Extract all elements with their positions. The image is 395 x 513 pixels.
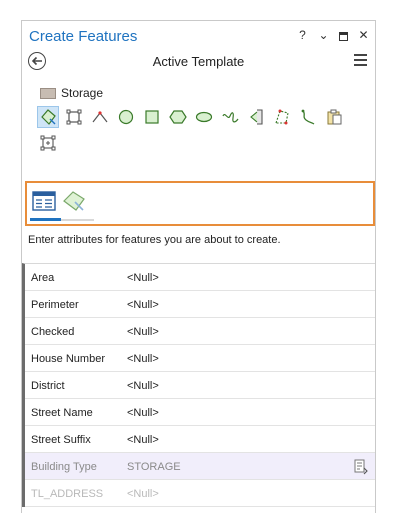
attribute-value[interactable]: <Null>	[127, 353, 159, 365]
attribute-row-street-suffix[interactable]: Street Suffix <Null>	[25, 426, 375, 453]
attribute-value[interactable]: <Null>	[127, 299, 159, 311]
attribute-value[interactable]: <Null>	[127, 434, 159, 446]
freehand-tool-icon	[222, 112, 239, 123]
clipboard-tool-icon	[327, 109, 342, 125]
autocomplete-polygon-icon	[250, 109, 263, 125]
attribute-row-tl-address[interactable]: TL_ADDRESS <Null>	[25, 480, 375, 507]
attribute-row-house-number[interactable]: House Number <Null>	[25, 345, 375, 372]
square-tool-button[interactable]	[141, 106, 163, 128]
attribute-row-street-name[interactable]: Street Name <Null>	[25, 399, 375, 426]
attributes-tab[interactable]	[30, 188, 58, 214]
square-tool-icon	[145, 110, 159, 124]
attribute-label: Street Name	[31, 407, 93, 419]
freehand-tool-button[interactable]	[219, 106, 241, 128]
attribute-label: TL_ADDRESS	[31, 488, 104, 500]
attribute-value[interactable]: <Null>	[127, 407, 159, 419]
clipboard-tool-button[interactable]	[323, 106, 345, 128]
options-dropdown-button[interactable]: ⌄	[318, 28, 329, 42]
menu-icon-bar	[354, 54, 367, 56]
hexagon-icon	[169, 110, 187, 124]
attribute-label: Checked	[31, 326, 75, 338]
attributes-description: Enter attributes for features you are ab…	[28, 234, 281, 246]
attribute-value[interactable]: <Null>	[127, 326, 159, 338]
attribute-row-area[interactable]: Area <Null>	[25, 264, 375, 291]
menu-icon-bar	[354, 64, 367, 66]
attribute-table-icon	[32, 191, 56, 211]
menu-button[interactable]	[354, 54, 367, 66]
rectangle-tool-button[interactable]	[63, 106, 85, 128]
template-item[interactable]: Storage	[40, 86, 103, 100]
maximize-button[interactable]	[339, 31, 348, 41]
attribute-row-perimeter[interactable]: Perimeter <Null>	[25, 291, 375, 318]
right-angle-line-tool-button[interactable]	[89, 106, 111, 128]
point-by-point-tool-button[interactable]	[37, 132, 59, 154]
attribute-value[interactable]: <Null>	[127, 272, 159, 284]
attribute-label: Building Type	[31, 461, 97, 473]
attribute-label: Street Suffix	[31, 434, 91, 446]
template-name: Storage	[61, 86, 104, 100]
autocomplete-polygon-tool-button[interactable]	[245, 106, 267, 128]
circle-tool-icon	[118, 109, 134, 125]
attribute-row-district[interactable]: District <Null>	[25, 372, 375, 399]
ellipse-tool-icon	[195, 111, 213, 123]
attribute-label: Perimeter	[31, 299, 79, 311]
trace-tool-button[interactable]	[271, 106, 293, 128]
template-polygon-icon	[63, 191, 85, 211]
create-features-pane: Create Features ? ⌄ ✕ Active Template St…	[21, 20, 376, 513]
attribute-row-checked[interactable]: Checked <Null>	[25, 318, 375, 345]
template-tab[interactable]	[60, 188, 88, 214]
template-swatch-icon	[40, 87, 56, 99]
attribute-value[interactable]: <Null>	[127, 380, 159, 392]
ellipse-tool-button[interactable]	[193, 106, 215, 128]
subtype-picker-icon[interactable]	[354, 459, 368, 475]
attribute-label: House Number	[31, 353, 105, 365]
close-button[interactable]: ✕	[358, 28, 369, 42]
streaming-tool-icon	[301, 109, 315, 125]
attributes-table: Area <Null> Perimeter <Null> Checked <Nu…	[22, 263, 375, 507]
attribute-value[interactable]: <Null>	[127, 488, 159, 500]
header-title: Active Template	[152, 54, 245, 69]
right-angle-line-icon	[92, 111, 108, 123]
polygon-tool-icon	[41, 109, 56, 125]
polygon-tool-button[interactable]	[37, 106, 59, 128]
menu-icon-bar	[354, 59, 367, 61]
point-by-point-tool-icon	[40, 135, 56, 151]
active-tab-indicator	[30, 218, 61, 221]
pane-titlebar: Create Features ? ⌄ ✕	[22, 21, 375, 51]
trace-tool-icon	[275, 109, 289, 125]
attribute-label: Area	[31, 272, 55, 284]
circle-tool-button[interactable]	[115, 106, 137, 128]
pane-title: Create Features	[29, 28, 138, 45]
help-button[interactable]: ?	[297, 28, 308, 42]
rectangle-tool-icon	[66, 109, 82, 125]
pane-header: Active Template	[22, 51, 375, 73]
regular-polygon-tool-button[interactable]	[167, 106, 189, 128]
attribute-label: District	[31, 380, 65, 392]
attribute-row-building-type[interactable]: Building Type STORAGE	[25, 453, 375, 480]
window-buttons: ? ⌄ ✕	[297, 28, 369, 42]
attribute-value: STORAGE	[127, 461, 181, 473]
pane-tab-strip	[25, 181, 375, 226]
streaming-tool-button[interactable]	[297, 106, 319, 128]
